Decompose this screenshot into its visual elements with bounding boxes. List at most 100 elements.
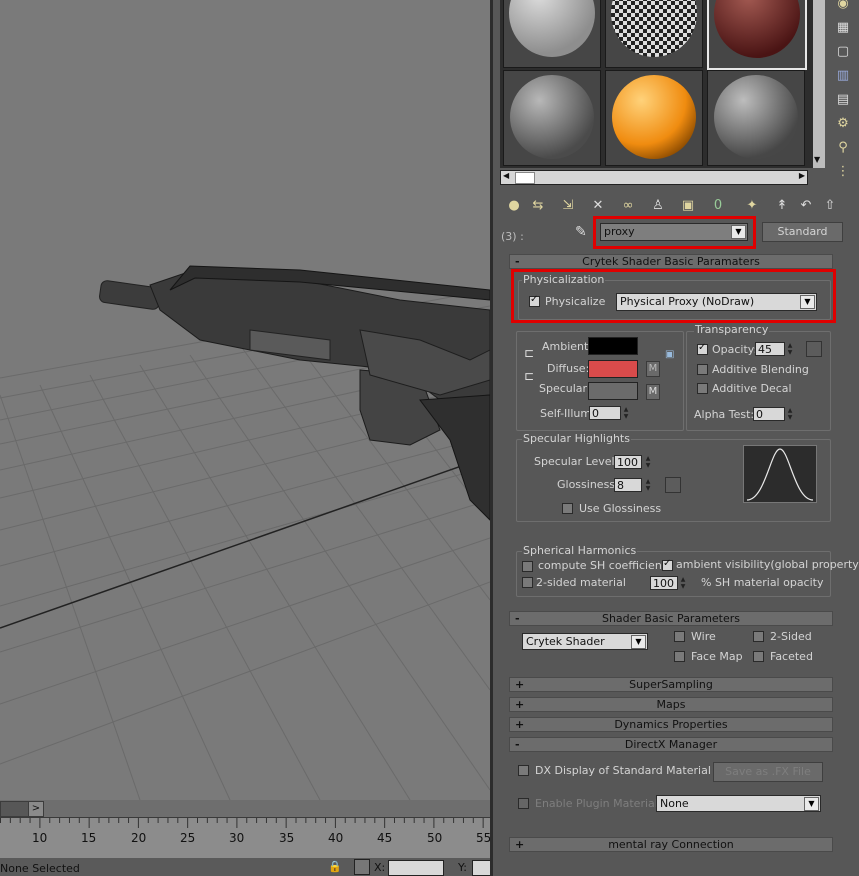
sample-slot-1[interactable] (503, 0, 601, 68)
time-slider-next-arrow[interactable]: > (28, 801, 44, 817)
scroll-left-arrow[interactable]: ◀ (503, 171, 509, 180)
lock-icon[interactable]: 🔒 (328, 860, 342, 873)
material-type-button[interactable]: Standard (762, 222, 843, 242)
self-illum-spinner[interactable]: ▲ ▼ (622, 406, 630, 420)
scroll-thumb[interactable] (515, 172, 535, 184)
glossiness-field[interactable]: 8 (614, 478, 642, 492)
highlight-physicalization (511, 269, 836, 323)
rollout-maps[interactable]: + Maps (509, 697, 833, 712)
opacity-spinner[interactable]: ▲ ▼ (786, 342, 794, 356)
sample-slot-3[interactable] (707, 0, 807, 70)
select-by-material-icon[interactable]: ⚲ (832, 138, 854, 158)
scroll-right-arrow[interactable]: ▶ (799, 171, 805, 180)
two-sided-checkbox[interactable] (753, 631, 764, 642)
ambient-color-swatch[interactable] (588, 337, 638, 355)
self-illum-field[interactable]: 0 (589, 406, 621, 420)
specular-level-field[interactable]: 100 (614, 455, 642, 469)
wire-label: Wire (691, 630, 716, 643)
rollout-mental-ray[interactable]: + mental ray Connection (509, 837, 833, 852)
two-sided-material-checkbox[interactable] (522, 577, 533, 588)
chevron-down-icon[interactable]: ▼ (804, 797, 819, 811)
sample-slot-4[interactable] (503, 70, 601, 166)
background-icon[interactable]: ▦ (832, 18, 854, 38)
glossiness-spinner[interactable]: ▲ ▼ (644, 478, 652, 492)
put-to-scene-icon[interactable]: ⇆ (527, 196, 549, 216)
go-forward-sibling-icon[interactable]: ↶ (795, 196, 817, 216)
opacity-checkbox[interactable] (697, 342, 708, 355)
absolute-mode-icon[interactable] (354, 859, 370, 875)
go-to-parent-icon[interactable]: ↟ (771, 196, 793, 216)
make-preview-icon[interactable]: ▤ (832, 90, 854, 110)
opacity-map-button[interactable] (806, 341, 822, 357)
x-coordinate-field[interactable] (388, 860, 444, 876)
ambient-visibility-checkbox[interactable] (662, 558, 673, 571)
dx-display-checkbox[interactable] (518, 765, 529, 776)
two-sided-label: 2-Sided (770, 630, 812, 643)
reset-map-icon[interactable]: ✕ (587, 196, 609, 216)
rollout-shader-basic[interactable]: - Shader Basic Parameters (509, 611, 833, 626)
rollout-supersampling[interactable]: + SuperSampling (509, 677, 833, 692)
enable-plugin-checkbox[interactable] (518, 798, 529, 809)
pick-from-object-icon[interactable]: ✎ (575, 224, 587, 240)
save-fx-file-button[interactable]: Save as .FX File (713, 762, 823, 782)
sh-opacity-label: % SH material opacity (701, 576, 824, 589)
assign-material-icon[interactable]: ⇲ (557, 196, 579, 216)
additive-blending-checkbox[interactable] (697, 364, 708, 375)
viewport-perspective[interactable]: > 10 15 20 25 30 35 40 45 50 55 None Sel… (0, 0, 490, 876)
alpha-test-field[interactable]: 0 (753, 407, 785, 421)
sh-opacity-spinner[interactable]: ▲ ▼ (679, 576, 687, 590)
time-slider[interactable]: > (0, 800, 490, 818)
y-coordinate-field[interactable] (472, 860, 490, 876)
use-glossiness-checkbox[interactable] (562, 503, 573, 514)
tick-label: 50 (427, 831, 443, 845)
time-slider-thumb[interactable] (0, 801, 30, 817)
pick-material-icon[interactable]: ⇧ (819, 196, 841, 216)
opacity-field[interactable]: 45 (755, 342, 785, 356)
specular-color-swatch[interactable] (588, 382, 638, 400)
specular-level-spinner[interactable]: ▲ ▼ (644, 455, 652, 469)
sample-type-icon[interactable]: ◉ (832, 0, 854, 14)
sample-uv-tiling-icon[interactable]: ▢ (832, 42, 854, 62)
expand-icon: + (515, 838, 525, 851)
options-icon[interactable]: ⚙ (832, 114, 854, 134)
additive-decal-checkbox[interactable] (697, 383, 708, 394)
sample-slots-vscroll[interactable]: ▼ (813, 0, 825, 168)
glossiness-map-button[interactable] (665, 477, 681, 493)
track-bar[interactable]: 10 15 20 25 30 35 40 45 50 55 (0, 818, 490, 858)
diffuse-color-swatch[interactable] (588, 360, 638, 378)
video-color-check-icon[interactable]: ▥ (832, 66, 854, 86)
material-id-icon[interactable]: ▣ (677, 196, 699, 216)
plugin-material-select[interactable]: None ▼ (656, 795, 821, 812)
put-to-library-icon[interactable]: ♙ (647, 196, 669, 216)
sample-slot-6[interactable] (707, 70, 805, 166)
tick-label: 45 (377, 831, 393, 845)
wire-checkbox[interactable] (674, 631, 685, 642)
show-map-in-viewport-icon[interactable]: 0 (707, 196, 729, 216)
sample-slot-2[interactable] (605, 0, 703, 68)
show-end-result-icon[interactable]: ✦ (741, 196, 763, 216)
rollout-directx[interactable]: - DirectX Manager (509, 737, 833, 752)
faceted-checkbox[interactable] (753, 651, 764, 662)
scroll-down-arrow[interactable]: ▼ (814, 155, 820, 164)
rollout-crytek-shader[interactable]: - Crytek Shader Basic Paramaters (509, 254, 833, 269)
compute-sh-checkbox[interactable] (522, 561, 533, 572)
get-material-icon[interactable]: ● (503, 196, 525, 216)
chevron-down-icon[interactable]: ▼ (631, 635, 646, 649)
rollout-dynamics[interactable]: + Dynamics Properties (509, 717, 833, 732)
face-map-checkbox[interactable] (674, 651, 685, 662)
specular-map-button[interactable]: M (646, 384, 660, 400)
sample-slots-hscroll[interactable]: ◀ ▶ (500, 170, 808, 185)
sh-opacity-field[interactable]: 100 (650, 576, 678, 590)
sample-slot-5[interactable] (605, 70, 703, 166)
tick-label: 25 (180, 831, 196, 845)
face-map-label: Face Map (691, 650, 743, 663)
lock-diffuse-specular-icon[interactable]: ⊏ (524, 369, 534, 383)
material-map-navigator-icon[interactable]: ⋮ (832, 162, 854, 182)
diffuse-map-button[interactable]: M (646, 361, 660, 377)
lock-icon[interactable]: ▣ (665, 349, 674, 360)
alpha-test-spinner[interactable]: ▲ ▼ (786, 407, 794, 421)
make-unique-icon[interactable]: ∞ (617, 196, 639, 216)
shader-type-select[interactable]: Crytek Shader ▼ (522, 633, 648, 650)
lock-ambient-diffuse-icon[interactable]: ⊏ (524, 346, 534, 360)
additive-blending-label: Additive Blending (712, 363, 809, 376)
